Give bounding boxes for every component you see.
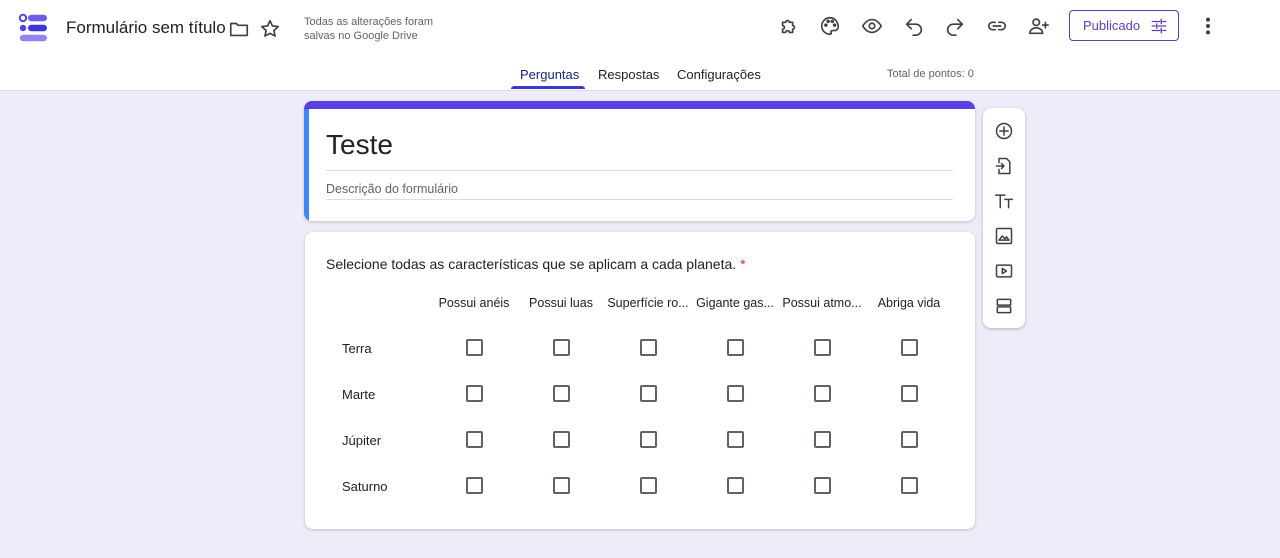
grid-column-header: Possui luas — [529, 296, 593, 310]
publish-label: Publicado — [1083, 18, 1141, 33]
grid-checkbox[interactable] — [553, 431, 570, 448]
grid-checkbox[interactable] — [466, 431, 483, 448]
video-icon[interactable] — [992, 259, 1016, 283]
grid-checkbox[interactable] — [814, 431, 831, 448]
question-label: Selecione todas as características que s… — [326, 256, 737, 272]
star-icon[interactable] — [256, 15, 284, 43]
grid-row-label: Marte — [342, 387, 376, 402]
publish-button[interactable]: Publicado — [1069, 10, 1179, 41]
grid-column-header: Superfície ro... — [607, 296, 689, 310]
section-icon[interactable] — [992, 294, 1016, 318]
grid-checkbox[interactable] — [727, 431, 744, 448]
forms-logo-icon[interactable] — [18, 13, 48, 43]
tune-icon — [1151, 18, 1167, 33]
add-question-icon[interactable] — [992, 119, 1016, 143]
floating-toolbar — [983, 108, 1025, 328]
grid-checkbox[interactable] — [727, 477, 744, 494]
grid-checkbox[interactable] — [466, 339, 483, 356]
form-description-input[interactable]: Descrição do formulário — [326, 182, 458, 196]
puzzle-icon[interactable] — [775, 12, 803, 40]
grid-column-header: Gigante gas... — [696, 296, 774, 310]
grid-checkbox[interactable] — [901, 339, 918, 356]
title-underline — [326, 170, 953, 171]
grid-row-label: Júpiter — [342, 433, 382, 448]
top-bar: Formulário sem título Todas as alteraçõe… — [0, 0, 1280, 91]
redo-icon[interactable] — [941, 12, 969, 40]
form-header-card[interactable]: Teste Descrição do formulário — [304, 101, 975, 221]
grid-checkbox[interactable] — [901, 431, 918, 448]
document-title[interactable]: Formulário sem título — [66, 18, 226, 38]
add-person-icon[interactable] — [1025, 12, 1053, 40]
grid-checkbox[interactable] — [901, 385, 918, 402]
grid-row-label: Saturno — [342, 479, 388, 494]
grid-checkbox[interactable] — [466, 477, 483, 494]
question-card[interactable]: Selecione todas as características que s… — [305, 232, 975, 529]
grid-checkbox[interactable] — [727, 385, 744, 402]
grid-column-header: Possui atmo... — [782, 296, 862, 310]
folder-icon[interactable] — [225, 15, 253, 43]
link-icon[interactable] — [983, 12, 1011, 40]
eye-icon[interactable] — [858, 12, 886, 40]
tab-configuracoes[interactable]: Configurações — [677, 67, 761, 91]
grid-column-header: Possui anéis — [438, 296, 510, 310]
grid-checkbox[interactable] — [814, 477, 831, 494]
grid-checkbox[interactable] — [640, 339, 657, 356]
required-asterisk: * — [740, 256, 746, 272]
grid-row-label: Terra — [342, 341, 372, 356]
more-vert-icon[interactable] — [1194, 12, 1222, 40]
save-status: Todas as alterações foram salvas no Goog… — [304, 16, 434, 42]
image-icon[interactable] — [992, 224, 1016, 248]
description-underline — [326, 199, 953, 200]
grid-column-header: Abriga vida — [877, 296, 941, 310]
form-title[interactable]: Teste — [326, 129, 393, 161]
grid-checkbox[interactable] — [553, 339, 570, 356]
grid-checkbox[interactable] — [640, 431, 657, 448]
grid-checkbox[interactable] — [814, 385, 831, 402]
selected-indicator — [304, 109, 309, 221]
grid-checkbox[interactable] — [553, 385, 570, 402]
grid-checkbox[interactable] — [640, 385, 657, 402]
tab-respostas[interactable]: Respostas — [598, 67, 659, 91]
grid-checkbox[interactable] — [553, 477, 570, 494]
grid-checkbox[interactable] — [901, 477, 918, 494]
grid-checkbox[interactable] — [640, 477, 657, 494]
title-text-icon[interactable] — [992, 189, 1016, 213]
undo-icon[interactable] — [900, 12, 928, 40]
question-text: Selecione todas as características que s… — [326, 256, 746, 272]
grid-checkbox[interactable] — [727, 339, 744, 356]
palette-icon[interactable] — [816, 12, 844, 40]
import-icon[interactable] — [992, 154, 1016, 178]
grid-checkbox[interactable] — [466, 385, 483, 402]
grid-checkbox[interactable] — [814, 339, 831, 356]
active-tab-indicator — [511, 86, 585, 89]
total-points: Total de pontos: 0 — [887, 68, 974, 80]
